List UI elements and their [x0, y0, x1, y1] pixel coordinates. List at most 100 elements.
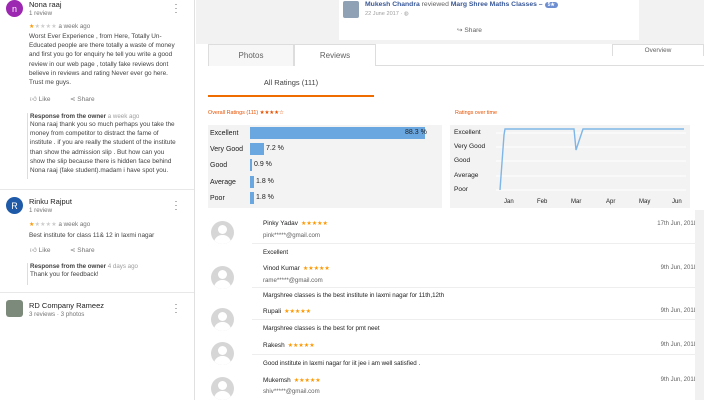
user-review-text: Good institute in laxmi nagar for iit je… — [263, 360, 421, 367]
review-rating: ★★★★★ a week ago — [29, 221, 91, 228]
over-time-label-average: Average — [454, 172, 479, 179]
month-label: Jun — [672, 199, 682, 205]
avatar[interactable]: n — [6, 0, 23, 17]
user-email: shiv*****@gmail.com — [263, 388, 320, 395]
user-rating-stars: ★★★★★ — [284, 309, 312, 315]
divider — [252, 287, 704, 288]
rating-label-good: Good — [210, 162, 228, 169]
over-time-line — [496, 128, 686, 191]
owner-response-text: Thank you for feedback! — [30, 271, 99, 278]
tab-overview[interactable]: Overview — [612, 44, 704, 56]
review-date: 9th Jun, 2018 — [660, 308, 697, 314]
overall-ratings-chart: Excellent 88.3 % Very Good 7.2 % Good 0.… — [208, 125, 442, 208]
month-label: May — [639, 199, 651, 205]
overall-ratings-title: Overall Ratings (111) ★★★★☆ — [208, 110, 284, 116]
rating-value-average: 1.8 % — [256, 178, 274, 185]
rating-value-excellent: 88.3 % — [405, 129, 427, 136]
facebook-review-card: Mukesh Chandra reviewed Marg Shree Maths… — [339, 0, 639, 40]
reviewer-count: 3 reviews · 3 photos — [29, 311, 85, 318]
user-rating-stars: ★★★★★ — [293, 378, 321, 384]
user-rating-stars: ★★★★★ — [287, 343, 315, 349]
share-button[interactable]: ↪ Share — [457, 26, 482, 34]
avatar[interactable]: R — [6, 197, 23, 214]
divider — [0, 292, 194, 293]
rating-bar-excellent — [250, 127, 425, 139]
google-reviews-panel: n Nona raaj 1 review · · · ★★★★★ a week ag… — [0, 0, 195, 400]
reviewer-count: 1 review — [29, 207, 53, 214]
user-name: Rupali ★★★★★ — [263, 308, 312, 315]
rating-label-average: Average — [210, 179, 236, 186]
user-review-text: Margshree classes is the best for pmt ne… — [263, 325, 380, 332]
divider — [252, 243, 704, 244]
website-panel: Mukesh Chandra reviewed Marg Shree Maths… — [196, 0, 704, 400]
rating-bar-good — [250, 159, 252, 171]
reviewer-name[interactable]: Nona raaj — [29, 0, 62, 9]
over-time-label-poor: Poor — [454, 186, 468, 193]
like-button[interactable]: 👍︎ Like — [30, 95, 51, 103]
month-label: Apr — [606, 199, 616, 205]
review-date: 9th Jun, 2018 — [660, 342, 697, 348]
user-avatar-icon — [211, 308, 234, 331]
owner-response-text: Nona raaj thank you so much perhaps you … — [30, 121, 176, 175]
rating-bar-poor — [250, 192, 254, 204]
more-options-icon[interactable]: · · · — [173, 197, 179, 214]
rating-value-poor: 1.8 % — [256, 194, 274, 201]
like-button[interactable]: 👍︎ Like — [30, 246, 51, 254]
user-avatar-icon — [211, 377, 234, 400]
tab-photos[interactable]: Photos — [208, 44, 294, 66]
user-avatar-icon — [211, 221, 234, 244]
review-date: 17th Jun, 2018 — [657, 221, 697, 227]
user-name: Pinky Yadav ★★★★★ — [263, 220, 328, 227]
owner-response-title: Response from the owner — [30, 263, 106, 270]
user-avatar-icon — [211, 342, 234, 365]
fb-review-title[interactable]: Mukesh Chandra reviewed Marg Shree Maths… — [365, 1, 558, 8]
scrollbar[interactable] — [695, 210, 704, 400]
globe-icon: ◍ — [403, 11, 409, 17]
user-name: Vinod Kumar ★★★★★ — [263, 265, 330, 272]
over-time-label-good: Good — [454, 157, 471, 164]
month-label: Jan — [504, 199, 514, 205]
user-email: rame*****@gmail.com — [263, 277, 323, 284]
rating-bar-average — [250, 176, 254, 188]
reviewer-name[interactable]: Rinku Rajput — [29, 197, 72, 206]
ratings-over-time-chart: Excellent Very Good Good Average Poor Ja… — [450, 125, 690, 208]
owner-response-time: a week ago — [107, 113, 140, 120]
month-label: Feb — [537, 199, 548, 205]
user-review-text: Margshree classes is the best institute … — [263, 292, 445, 299]
user-avatar-icon — [211, 266, 234, 289]
review-date: 9th Jun, 2018 — [660, 265, 697, 271]
owner-response: Response from the owner a week ago Nona … — [27, 113, 177, 179]
share-button[interactable]: ⋖ Share — [70, 95, 95, 103]
over-time-label-very-good: Very Good — [454, 143, 486, 150]
rating-label-very-good: Very Good — [210, 146, 244, 153]
user-name: Rakesh ★★★★★ — [263, 342, 315, 349]
over-time-label-excellent: Excellent — [454, 129, 481, 136]
share-icon: ↪ — [457, 27, 463, 34]
reviewer-name[interactable]: RD Company Rameez — [29, 301, 104, 310]
user-rating-stars: ★★★★★ — [300, 221, 328, 227]
user-review-text: Excellent — [263, 249, 289, 256]
divider — [252, 319, 704, 320]
rating-value-very-good: 7.2 % — [266, 145, 284, 152]
more-options-icon[interactable]: · · · — [173, 0, 179, 17]
more-options-icon[interactable]: · · · — [173, 300, 179, 317]
rating-label-excellent: Excellent — [210, 130, 239, 137]
divider — [252, 354, 704, 355]
avatar[interactable] — [6, 300, 23, 317]
avatar[interactable] — [343, 1, 359, 18]
ratings-over-time-title: Ratings over time — [455, 110, 497, 116]
owner-response: Response from the owner 4 days ago Thank… — [27, 263, 177, 285]
reviewer-count: 1 review — [29, 10, 53, 17]
share-button[interactable]: ⋖ Share — [70, 246, 95, 254]
review-rating: ★★★★★ a week ago — [29, 23, 91, 30]
owner-response-title: Response from the owner — [30, 113, 106, 120]
review-text: Best institute for class 11& 12 in laxmi… — [29, 232, 155, 239]
rating-bar-very-good — [250, 143, 264, 155]
rating-badge: 5★ — [544, 2, 558, 8]
review-date: 9th Jun, 2018 — [660, 377, 697, 383]
tab-reviews[interactable]: Reviews — [294, 44, 376, 66]
all-ratings-tab[interactable]: All Ratings (111) — [208, 76, 374, 97]
owner-response-time: 4 days ago — [107, 263, 138, 270]
user-email: pink*****@gmail.com — [263, 232, 320, 239]
rating-label-poor: Poor — [210, 195, 225, 202]
